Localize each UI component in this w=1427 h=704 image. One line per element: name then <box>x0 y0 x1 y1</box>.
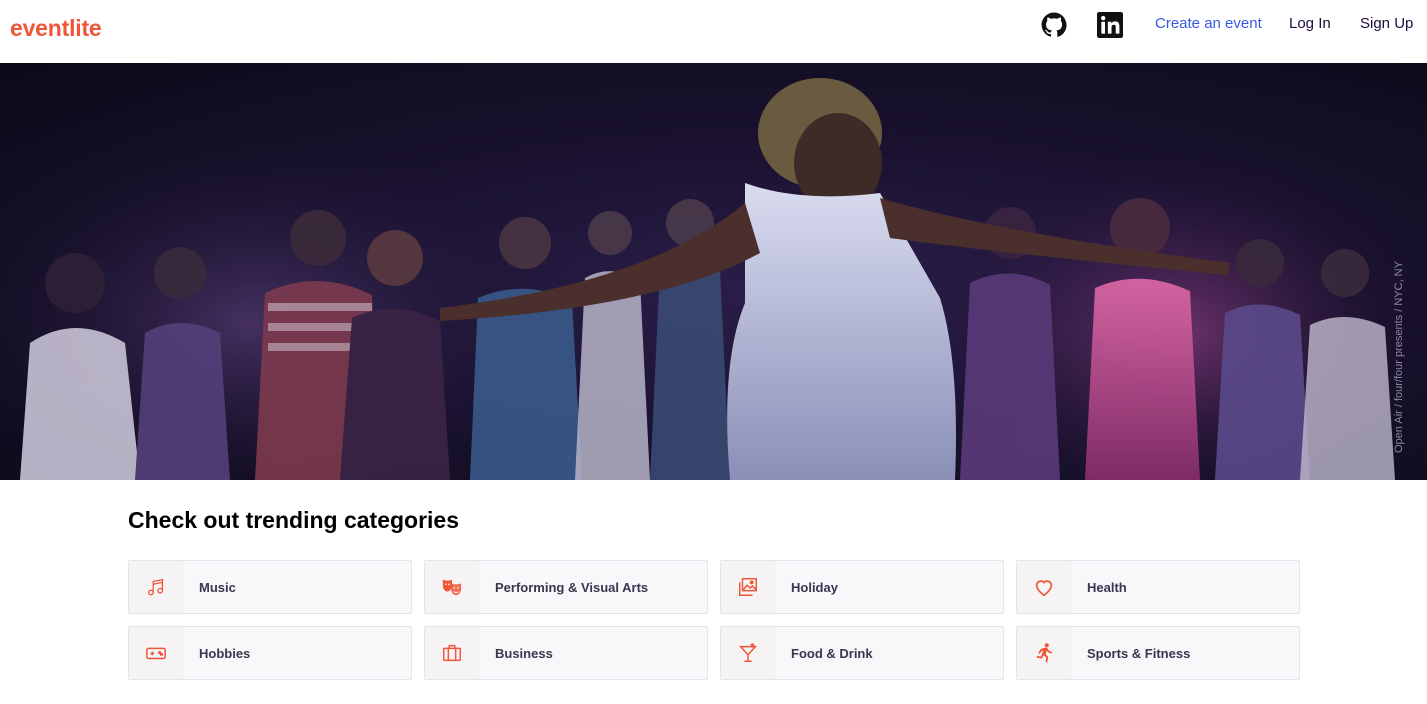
category-label: Holiday <box>791 580 838 595</box>
theater-masks-icon <box>425 561 479 613</box>
category-label: Business <box>495 646 553 661</box>
category-card-food-drink[interactable]: Food & Drink <box>720 626 1004 680</box>
linkedin-icon[interactable] <box>1097 12 1123 38</box>
hero-photo <box>0 78 1427 480</box>
heart-icon <box>1017 561 1071 613</box>
category-label: Sports & Fitness <box>1087 646 1191 661</box>
gamepad-icon <box>129 627 183 679</box>
photo-credit: Open Air / four/four presents / NYC, NY <box>1393 261 1405 453</box>
signup-link[interactable]: Sign Up <box>1360 15 1413 32</box>
category-card-hobbies[interactable]: Hobbies <box>128 626 412 680</box>
category-card-music[interactable]: Music <box>128 560 412 614</box>
briefcase-icon <box>425 627 479 679</box>
cocktail-icon <box>721 627 775 679</box>
running-person-icon <box>1017 627 1071 679</box>
category-label: Music <box>199 580 236 595</box>
category-card-health[interactable]: Health <box>1016 560 1300 614</box>
top-navigation-bar: eventlite Create an event Log In Sign Up <box>0 0 1427 63</box>
category-card-sports-fitness[interactable]: Sports & Fitness <box>1016 626 1300 680</box>
category-label: Hobbies <box>199 646 251 661</box>
eventlite-logo[interactable]: eventlite <box>10 15 102 42</box>
github-icon[interactable] <box>1041 12 1067 38</box>
hero-banner: Open Air / four/four presents / NYC, NY <box>0 63 1427 480</box>
category-label: Health <box>1087 580 1127 595</box>
music-note-icon <box>129 561 183 613</box>
login-link[interactable]: Log In <box>1289 15 1331 32</box>
image-gallery-icon <box>721 561 775 613</box>
category-card-holiday[interactable]: Holiday <box>720 560 1004 614</box>
category-label: Food & Drink <box>791 646 873 661</box>
category-card-business[interactable]: Business <box>424 626 708 680</box>
category-card-performing-visual-arts[interactable]: Performing & Visual Arts <box>424 560 708 614</box>
categories-heading: Check out trending categories <box>128 507 460 533</box>
category-label: Performing & Visual Arts <box>495 580 649 595</box>
create-event-link[interactable]: Create an event <box>1155 15 1262 32</box>
